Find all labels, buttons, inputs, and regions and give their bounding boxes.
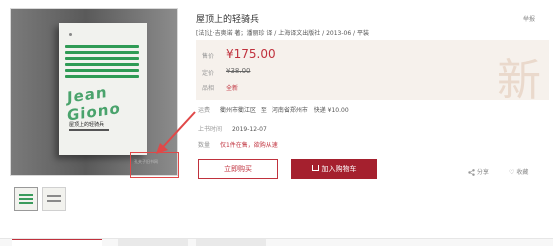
tab[interactable] <box>196 239 266 246</box>
shipping-row: 运费 衢州市衢江区 至 河南省郑州市 快递 ¥10.00 <box>198 105 349 114</box>
listed-row: 上书时间 2019-12-07 <box>198 124 267 133</box>
favorite-button[interactable]: ♡ 收藏 <box>509 167 528 176</box>
add-to-cart-button[interactable]: 加入购物车 <box>291 159 377 179</box>
tab-active[interactable] <box>12 239 102 246</box>
cover-stripe <box>65 69 139 72</box>
thumb-stripe <box>47 200 61 202</box>
shipping-method: 快递 ¥10.00 <box>313 107 349 114</box>
cover-stripe <box>65 51 139 54</box>
quantity-label: 数量 <box>198 142 211 149</box>
cover-subtitle: 屋顶上的轻骑兵 <box>69 122 105 128</box>
thumb-stripe <box>47 195 61 197</box>
thumbnail-1[interactable] <box>14 187 38 211</box>
cover-dot <box>69 33 72 36</box>
share-icon <box>468 169 475 176</box>
cover-author-text: Jean Giono <box>67 82 121 125</box>
condition-label: 品相 <box>202 85 215 92</box>
thumbnail-2[interactable] <box>42 187 66 211</box>
watermark-text: 孔夫子旧书网 <box>134 159 158 164</box>
shipping-to[interactable]: 河南省郑州市 <box>272 107 308 114</box>
product-title: 屋顶上的轻骑兵 <box>196 15 260 25</box>
price-panel: 售价 ¥175.00 定价 ¥38.00 品相 全新 新 <box>196 40 549 100</box>
condition-seal: 新 <box>497 55 541 100</box>
cover-stripe <box>65 63 139 66</box>
watermark-highlight-box: 孔夫子旧书网 <box>130 152 179 178</box>
shipping-from[interactable]: 衢州市衢江区 <box>220 107 256 114</box>
shipping-to-sep: 至 <box>260 107 267 114</box>
cover-stripe <box>65 57 139 60</box>
original-price-value: ¥38.00 <box>226 67 251 75</box>
thumb-stripe <box>19 202 33 204</box>
cover-stripe <box>65 75 139 78</box>
quantity-value: 仅1件在售，欲购从速 <box>219 142 278 149</box>
book-cover: Jean Giono 屋顶上的轻骑兵 <box>59 23 147 155</box>
heart-icon: ♡ <box>509 169 515 176</box>
price-value: ¥175.00 <box>226 47 276 61</box>
share-label: 分享 <box>476 169 489 176</box>
buy-now-button[interactable]: 立即购买 <box>198 159 278 179</box>
favorite-label: 收藏 <box>516 169 529 176</box>
cart-icon <box>311 165 319 171</box>
thumb-stripe <box>19 194 33 196</box>
report-link[interactable]: 举报 <box>523 14 535 23</box>
quantity-row: 数量 仅1件在售，欲购从速 <box>198 140 278 149</box>
cover-rule <box>69 129 109 131</box>
detail-tab-bar <box>0 239 553 246</box>
price-label: 售价 <box>202 53 215 60</box>
add-to-cart-label: 加入购物车 <box>321 165 357 173</box>
listed-label: 上书时间 <box>198 126 223 133</box>
cover-stripe <box>65 45 139 48</box>
product-main-image[interactable]: Jean Giono 屋顶上的轻骑兵 <box>10 8 178 176</box>
original-price-label: 定价 <box>202 70 215 77</box>
share-button[interactable]: 分享 <box>468 167 489 176</box>
publish-info: [法]让·吉奥诺 著；潘丽珍 译 / 上海译文出版社 / 2013-06 / 平… <box>196 30 369 37</box>
listed-date: 2019-12-07 <box>231 126 267 133</box>
tab[interactable] <box>118 239 188 246</box>
condition-value: 全新 <box>226 85 239 92</box>
shipping-label: 运费 <box>198 107 211 114</box>
thumb-stripe <box>19 198 33 200</box>
